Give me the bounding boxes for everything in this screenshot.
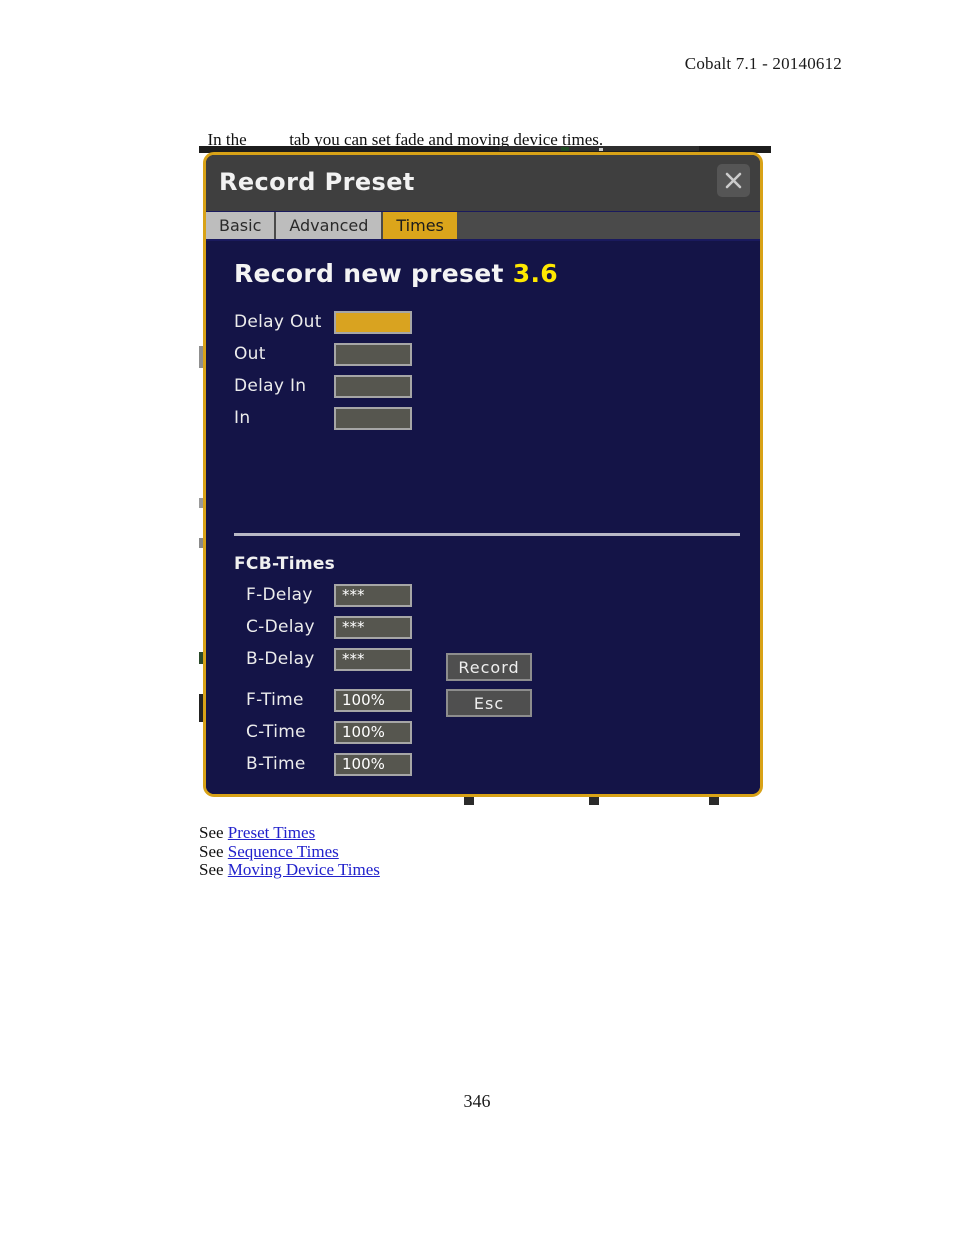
input-out[interactable] [334, 342, 412, 366]
see-label: See [199, 841, 224, 861]
background-artifact-bottom-2 [589, 797, 599, 805]
label-c-time: C-Time [246, 722, 306, 742]
esc-button[interactable]: Esc [446, 689, 532, 717]
field-row-in: In [234, 405, 412, 431]
input-in[interactable] [334, 406, 412, 430]
preset-heading-text: Record new preset [234, 259, 504, 288]
link-moving-device-times[interactable]: Moving Device Times [228, 860, 380, 879]
input-delay-out[interactable] [334, 310, 412, 334]
see-label: See [199, 860, 224, 879]
label-f-time: F-Time [246, 690, 304, 710]
background-artifact-bottom-3 [709, 797, 719, 805]
label-f-delay: F-Delay [246, 585, 313, 605]
field-row-b-time: B-Time 100% [246, 751, 412, 777]
field-row-out: Out [234, 341, 412, 367]
input-f-delay[interactable]: *** [334, 583, 412, 607]
label-out: Out [234, 344, 266, 364]
input-b-delay[interactable]: *** [334, 647, 412, 671]
see-label: See [199, 823, 224, 842]
field-row-c-delay: C-Delay *** [246, 614, 412, 640]
fcb-section-title: FCB-Times [234, 554, 336, 574]
tab-times[interactable]: Times [383, 212, 459, 239]
field-row-delay-in: Delay In [234, 373, 412, 399]
tab-advanced[interactable]: Advanced [276, 212, 384, 239]
background-artifact-green [561, 147, 569, 151]
close-icon [725, 172, 742, 189]
label-b-time: B-Time [246, 754, 306, 774]
label-delay-in: Delay In [234, 376, 307, 396]
input-f-time[interactable]: 100% [334, 688, 412, 712]
input-c-delay[interactable]: *** [334, 615, 412, 639]
close-button[interactable] [717, 164, 750, 197]
label-delay-out: Delay Out [234, 312, 322, 332]
document-header-version: Cobalt 7.1 - 20140612 [684, 54, 842, 73]
background-artifact-bottom-1 [464, 797, 474, 805]
dialog-titlebar: Record Preset [206, 155, 760, 212]
field-row-c-time: C-Time 100% [246, 719, 412, 745]
see-also-item: See Moving Device Times [199, 860, 380, 880]
dialog-title: Record Preset [219, 168, 415, 196]
section-divider [234, 533, 740, 536]
see-also-item: See Preset Times [199, 823, 380, 843]
intro-paragraph: In the tab you can set fade and moving d… [199, 110, 604, 150]
record-preset-dialog: Record Preset Basic Advanced Times Recor… [203, 152, 763, 797]
dialog-body: Record new preset 3.6 Delay Out Out Dela… [206, 241, 760, 794]
field-row-delay-out: Delay Out [234, 309, 412, 335]
label-b-delay: B-Delay [246, 649, 315, 669]
page-number: 346 [463, 1091, 491, 1111]
tab-basic[interactable]: Basic [206, 212, 277, 239]
link-sequence-times[interactable]: Sequence Times [228, 842, 339, 861]
field-row-f-delay: F-Delay *** [246, 582, 412, 608]
label-in: In [234, 408, 251, 428]
see-also-item: See Sequence Times [199, 841, 380, 862]
background-artifact-white [599, 148, 603, 151]
dialog-tabstrip: Basic Advanced Times [206, 212, 760, 241]
preset-heading-number: 3.6 [512, 259, 558, 288]
see-also-list: See Preset Times See Sequence Times See … [199, 823, 380, 880]
label-c-delay: C-Delay [246, 617, 315, 637]
screenshot-figure: Record Preset Basic Advanced Times Recor… [199, 146, 771, 806]
input-b-time[interactable]: 100% [334, 752, 412, 776]
field-row-b-delay: B-Delay *** [246, 646, 412, 672]
link-preset-times[interactable]: Preset Times [228, 823, 315, 842]
input-delay-in[interactable] [334, 374, 412, 398]
preset-heading: Record new preset 3.6 [234, 259, 558, 288]
record-button[interactable]: Record [446, 653, 532, 681]
input-c-time[interactable]: 100% [334, 720, 412, 744]
field-row-f-time: F-Time 100% [246, 687, 412, 713]
